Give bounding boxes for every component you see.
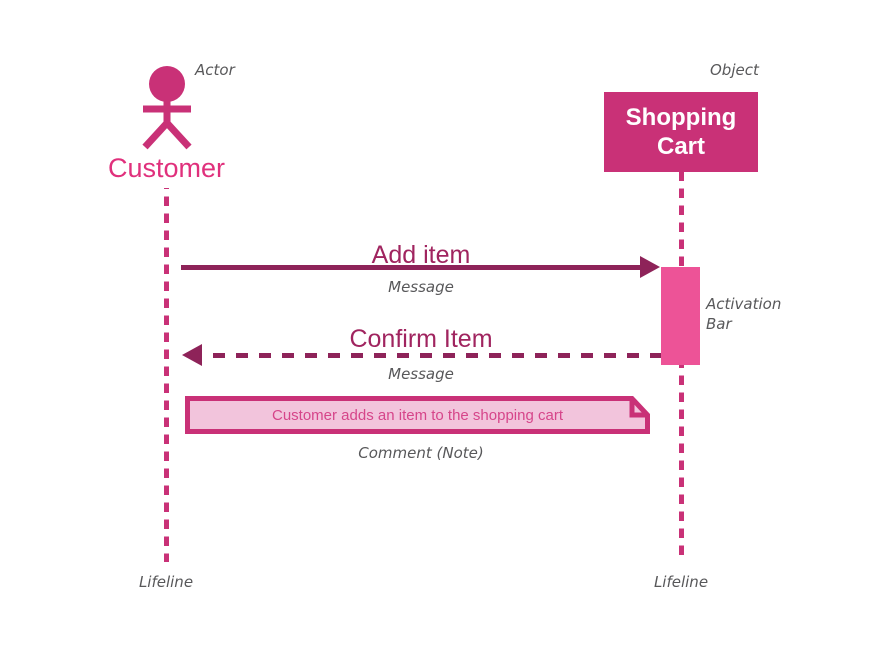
message-confirm-item-annotation-text: Message — [388, 365, 454, 383]
comment-note-annotation: Comment (Note) — [181, 443, 661, 463]
message-add-item-annotation-text: Message — [388, 278, 454, 296]
message-confirm-item-arrowhead — [182, 344, 202, 366]
activation-bar-annotation-label: Activation Bar — [706, 294, 826, 334]
message-add-item-arrowhead — [640, 256, 660, 278]
object-annotation-label: Object — [710, 60, 759, 80]
actor-lifeline — [164, 188, 169, 562]
message-confirm-item-label: Confirm Item — [181, 325, 661, 354]
activation-bar[interactable] — [661, 267, 700, 365]
message-add-item-annotation: Message — [181, 277, 661, 297]
message-confirm-item-text: Confirm Item — [349, 325, 493, 353]
object-lifeline-header-box[interactable]: Shopping Cart — [604, 92, 758, 172]
actor-lifeline-label: Lifeline — [66, 572, 266, 592]
object-name-text: Shopping Cart — [625, 104, 737, 160]
actor-stick-figure-icon — [131, 66, 203, 150]
comment-note-annotation-text: Comment (Note) — [358, 444, 484, 462]
activation-bar-annotation-text: Activation Bar — [706, 295, 782, 333]
actor-name-text: Customer — [107, 153, 226, 183]
object-lifeline-label: Lifeline — [581, 572, 781, 592]
message-add-item-line[interactable] — [181, 265, 641, 270]
object-annotation-text: Object — [710, 61, 759, 79]
actor-name-label: Customer — [0, 152, 333, 184]
sequence-diagram-canvas: Actor Customer Lifeline Object Shopping … — [0, 0, 895, 654]
comment-note-shape[interactable] — [185, 396, 650, 434]
message-confirm-item-annotation: Message — [181, 364, 661, 384]
actor-lifeline-label-text: Lifeline — [138, 573, 194, 591]
object-lifeline — [679, 172, 684, 562]
message-confirm-item-line[interactable] — [202, 353, 661, 358]
object-lifeline-label-text: Lifeline — [653, 573, 709, 591]
